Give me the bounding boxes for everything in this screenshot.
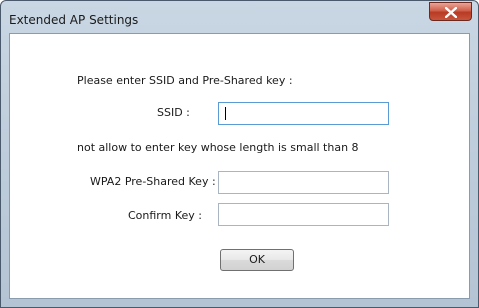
ssid-input[interactable] [218, 102, 389, 125]
close-button[interactable] [429, 2, 472, 21]
psk-input[interactable] [218, 171, 389, 194]
text-caret [225, 107, 226, 120]
close-icon [445, 7, 457, 18]
ssid-label: SSID : [157, 106, 190, 119]
dialog-window: Extended AP Settings Please enter SSID a… [0, 0, 479, 308]
window-title: Extended AP Settings [9, 13, 139, 27]
instruction-text: Please enter SSID and Pre-Shared key : [77, 74, 293, 87]
key-length-note: not allow to enter key whose length is s… [77, 141, 359, 154]
ok-button[interactable]: OK [220, 249, 294, 271]
dialog-content: Please enter SSID and Pre-Shared key : S… [9, 33, 470, 299]
title-bar[interactable]: Extended AP Settings [1, 1, 478, 35]
confirm-key-input[interactable] [218, 203, 389, 226]
confirm-key-label: Confirm Key : [128, 209, 202, 222]
psk-label: WPA2 Pre-Shared Key : [90, 175, 216, 188]
